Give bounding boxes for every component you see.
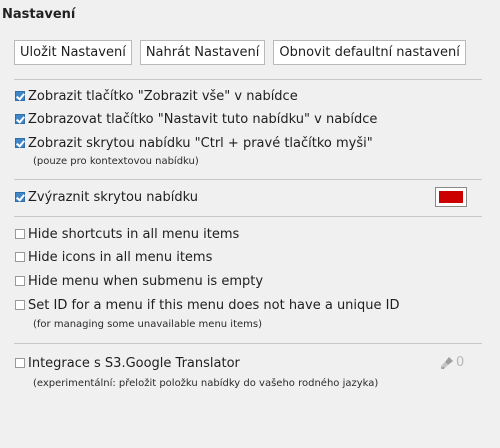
highlight-color-picker[interactable] [435,187,467,207]
settings-panel: Nastavení Uložit Nastavení Nahrát Nastav… [0,0,500,448]
option-hide-icons[interactable]: Hide icons in all menu items [15,248,212,266]
separator [14,216,482,217]
checkbox-unchecked[interactable] [15,252,25,262]
option-label: Set ID for a menu if this menu does not … [28,297,400,313]
checkbox-checked[interactable] [15,192,25,202]
checkbox-unchecked[interactable] [15,229,25,239]
color-swatch-fill [439,191,463,203]
separator [14,79,482,80]
option-show-all-button[interactable]: Zobrazit tlačítko "Zobrazit vše" v nabíd… [15,87,298,105]
checkbox-checked[interactable] [15,114,25,124]
option-hide-shortcuts[interactable]: Hide shortcuts in all menu items [15,225,239,243]
option-label: Zobrazovat tlačítko "Nastavit tuto nabíd… [28,111,378,127]
load-settings-button[interactable]: Nahrát Nastavení [139,40,266,65]
section-title: Nastavení [2,7,76,22]
option-label: Hide menu when submenu is empty [28,273,264,289]
option-label: Hide icons in all menu items [28,249,213,265]
option-set-menu-id[interactable]: Set ID for a menu if this menu does not … [15,296,400,314]
separator [14,179,482,180]
option-note: (for managing some unavailable menu item… [33,319,262,330]
option-highlight-hidden-menu[interactable]: Zvýraznit skrytou nabídku [15,188,198,206]
checkbox-unchecked[interactable] [15,276,25,286]
settings-button-row: Uložit Nastavení Nahrát Nastavení Obnovi… [14,40,466,65]
save-settings-button[interactable]: Uložit Nastavení [14,40,132,65]
translator-count: 0 [456,355,465,370]
option-note: (pouze pro kontextovou nabídku) [33,156,199,167]
option-label: Zobrazit skrytou nabídku "Ctrl + pravé t… [28,135,373,151]
checkbox-checked[interactable] [15,91,25,101]
reset-defaults-button[interactable]: Obnovit defaultní nastavení [273,40,466,65]
option-hide-empty-submenu[interactable]: Hide menu when submenu is empty [15,272,263,290]
option-label: Hide shortcuts in all menu items [28,226,240,242]
separator [14,343,482,344]
option-label: Integrace s S3.Google Translator [28,355,240,371]
option-label: Zobrazit tlačítko "Zobrazit vše" v nabíd… [28,88,298,104]
option-hidden-menu[interactable]: Zobrazit skrytou nabídku "Ctrl + pravé t… [15,134,373,152]
option-label: Zvýraznit skrytou nabídku [28,189,198,205]
option-note: (experimentální: přeložit položku nabídk… [33,378,379,389]
checkbox-checked[interactable] [15,138,25,148]
option-customize-menu-button[interactable]: Zobrazovat tlačítko "Nastavit tuto nabíd… [15,110,377,128]
translator-extra: 0 [440,355,464,370]
brush-icon[interactable] [440,356,454,370]
option-google-translator[interactable]: Integrace s S3.Google Translator [15,354,240,372]
checkbox-unchecked[interactable] [15,358,25,368]
checkbox-unchecked[interactable] [15,300,25,310]
